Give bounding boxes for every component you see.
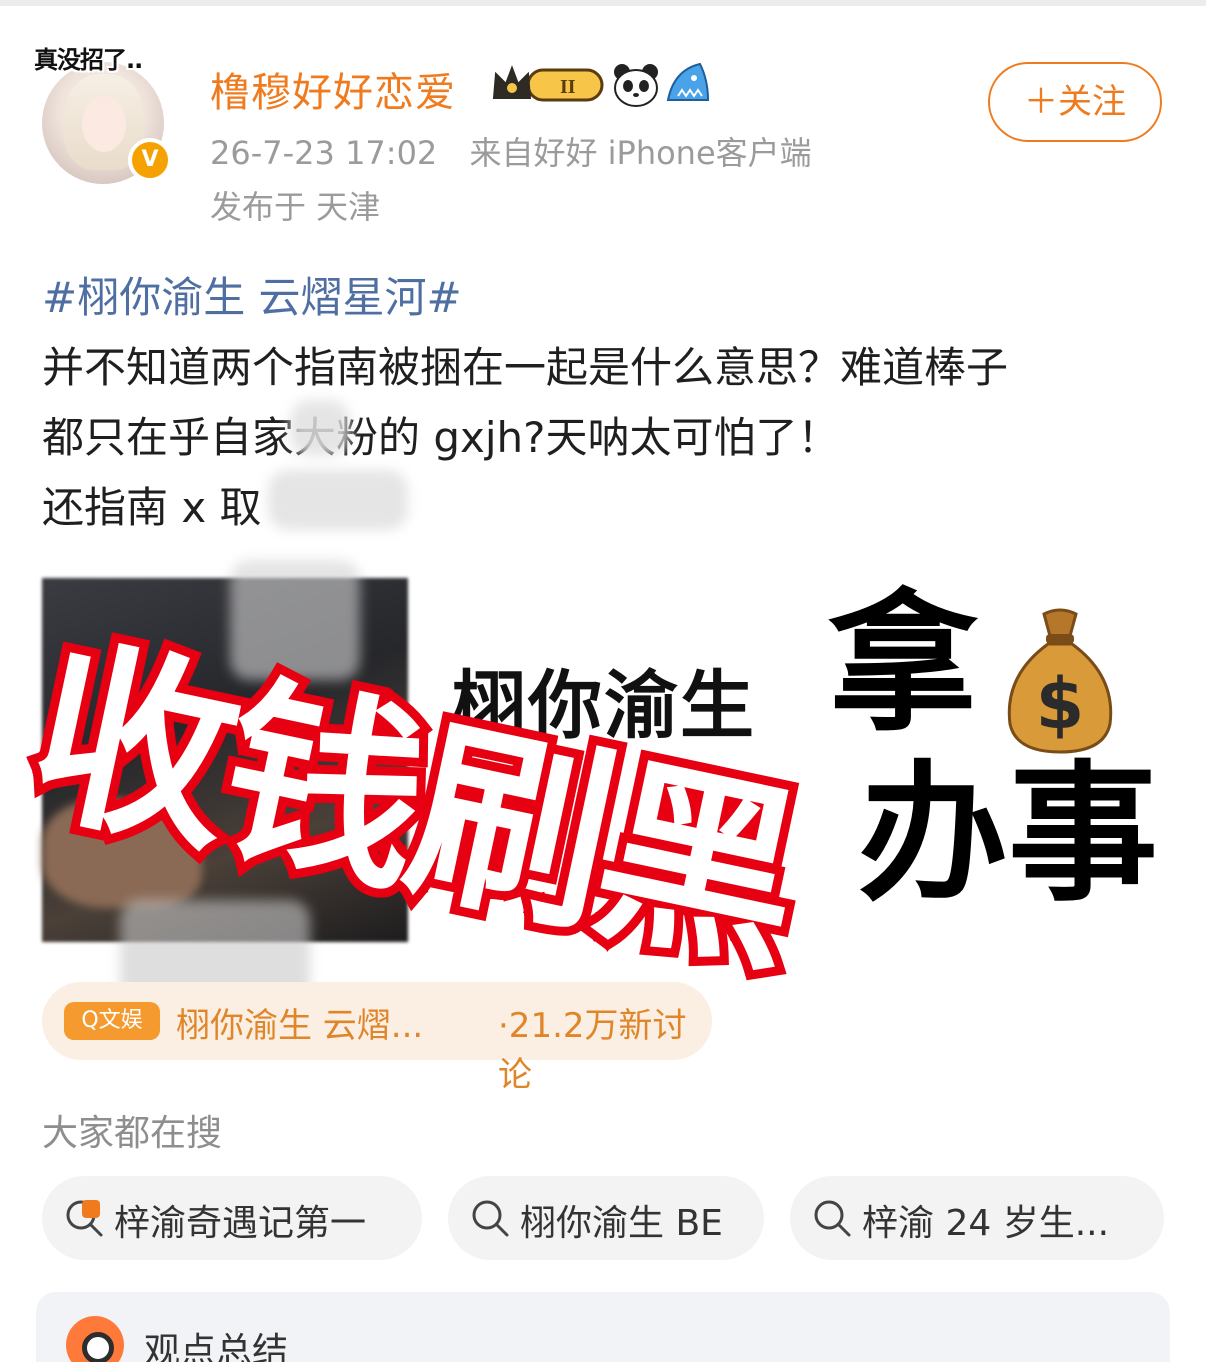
image-big-text: 办事 bbox=[858, 748, 1159, 922]
photo-subject bbox=[42, 798, 202, 908]
search-suggestion-label: 梓渝奇遇记第一 bbox=[114, 1203, 367, 1244]
vip-crown-icon[interactable]: II bbox=[490, 64, 606, 104]
vip-level-label: II bbox=[560, 76, 576, 98]
search-icon bbox=[472, 1200, 509, 1237]
search-section-title: 大家都在搜 bbox=[42, 1113, 223, 1154]
search-suggestion-label: 栩你渝生 BE bbox=[520, 1203, 723, 1244]
search-suggestion-label: 梓渝 24 岁生... bbox=[862, 1203, 1110, 1244]
hot-topic-label: 栩你渝生 云熠... bbox=[176, 1006, 424, 1046]
money-bag-icon: $ bbox=[1007, 608, 1113, 754]
hot-topic-chip[interactable]: Q文娱 栩你渝生 云熠... ·21.2万新讨论 bbox=[42, 982, 712, 1095]
hot-topic-count: ·21.2万新讨论 bbox=[498, 1006, 687, 1095]
verified-badge-icon: V bbox=[128, 138, 172, 182]
search-suggestion[interactable]: 栩你渝生 BE bbox=[448, 1176, 764, 1260]
topic-link[interactable]: #栩你渝生 云熠星河# bbox=[42, 264, 462, 325]
redaction-blur bbox=[230, 560, 360, 680]
post-timestamp: 26-7-23 17:02 bbox=[210, 134, 438, 172]
redaction-blur bbox=[290, 400, 350, 456]
top-divider bbox=[0, 0, 1206, 6]
search-icon bbox=[814, 1200, 851, 1237]
image-big-text: 拿 bbox=[828, 578, 979, 752]
username[interactable]: 橹穆好好恋爱 bbox=[210, 60, 456, 118]
post-meta: 26-7-23 17:02 来自好好 iPhone客户端 bbox=[210, 128, 812, 174]
shark-badge-icon bbox=[666, 62, 710, 101]
post-text-line: 还指南 x 取 bbox=[42, 483, 262, 532]
assistant-bot-icon bbox=[66, 1316, 124, 1362]
redaction-blur bbox=[268, 470, 408, 530]
summary-card[interactable]: 观点总结 bbox=[36, 1292, 1170, 1362]
panda-badge-icon bbox=[614, 64, 658, 107]
post-location: 发布于 天津 bbox=[210, 188, 381, 226]
post-text-line: 并不知道两个指南被捆在一起是什么意思？难道棒子 bbox=[42, 343, 1009, 392]
post-text-line: 都只在乎自家大粉的 gxjh?天呐太可怕了！ bbox=[42, 413, 840, 462]
money-symbol: $ bbox=[1036, 663, 1085, 745]
post-source: 来自好好 iPhone客户端 bbox=[469, 134, 812, 172]
follow-button[interactable]: ＋关注 bbox=[988, 62, 1162, 142]
entertainment-tag: Q文娱 bbox=[64, 1002, 160, 1040]
avatar-face bbox=[82, 96, 126, 152]
search-suggestion[interactable]: 梓渝奇遇记第一 bbox=[42, 1176, 422, 1260]
image-caption: 栩你渝生 bbox=[452, 663, 756, 749]
search-suggestion[interactable]: 梓渝 24 岁生... bbox=[790, 1176, 1164, 1260]
summary-title: 观点总结 bbox=[144, 1331, 289, 1362]
hot-search-icon bbox=[66, 1200, 103, 1237]
avatar-caption: 真没招了.. bbox=[34, 46, 143, 74]
